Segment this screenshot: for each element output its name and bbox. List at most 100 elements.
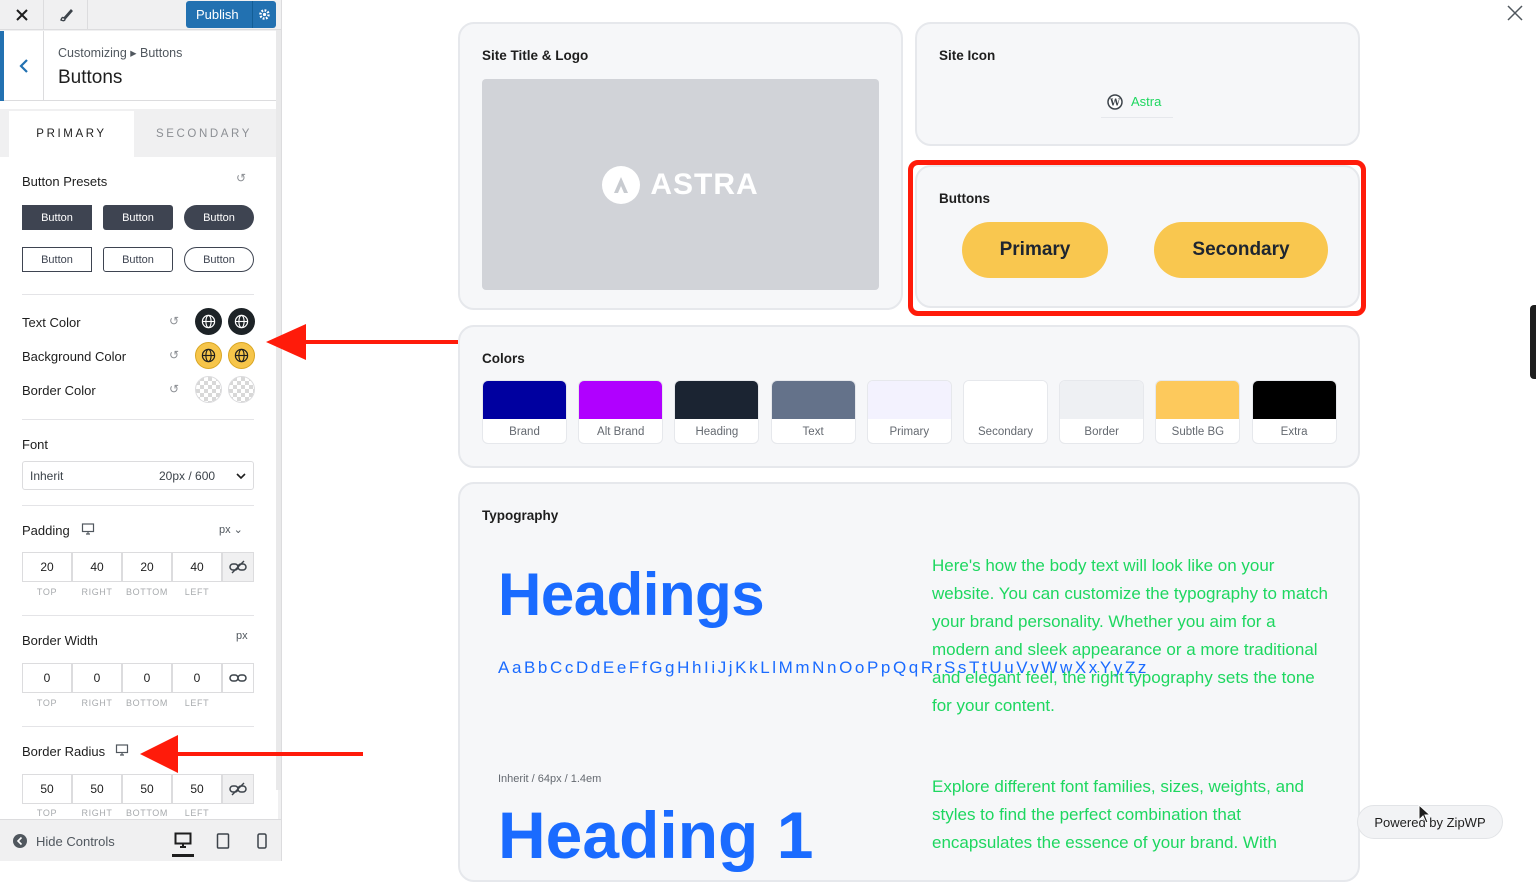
reset-icon[interactable]: ↺ (169, 382, 179, 396)
border-width-top-input[interactable]: 0 (22, 663, 72, 693)
padding-unit-select[interactable]: px ⌄ (219, 523, 243, 536)
link-icon (229, 674, 247, 682)
border-radius-top-input[interactable]: 50 (22, 774, 72, 804)
border-width-left-input[interactable]: 0 (172, 663, 222, 693)
desktop-icon[interactable] (81, 522, 95, 536)
text-color-hover-swatch[interactable] (228, 308, 255, 335)
border-width-unit: px (236, 630, 248, 642)
heading1-meta: Inherit / 64px / 1.4em (498, 773, 602, 785)
border-color-hover-swatch[interactable] (228, 376, 255, 403)
controls-panel: PRIMARY SECONDARY Button Presets ↺ Butto… (0, 101, 278, 819)
side-label: RIGHT (81, 808, 113, 818)
tablet-preview-button[interactable] (212, 830, 234, 852)
padding-link-button[interactable] (222, 552, 254, 582)
preset-button[interactable]: Button (103, 205, 173, 230)
color-name: Border (1084, 426, 1119, 438)
annotation-arrow (266, 324, 458, 360)
card-title: Typography (482, 508, 559, 523)
border-radius-label: Border Radius (22, 744, 106, 759)
presets-label: Button Presets (22, 174, 108, 189)
preset-button[interactable]: Button (22, 205, 92, 230)
border-radius-link-button[interactable] (222, 774, 254, 804)
desktop-preview-button[interactable] (172, 826, 194, 857)
background-color-label: Background Color (22, 349, 127, 364)
font-select[interactable]: Inherit 20px / 600 (22, 461, 254, 490)
back-button[interactable] (0, 31, 44, 101)
side-label: RIGHT (81, 587, 113, 597)
color-swatch[interactable]: Brand (482, 380, 567, 444)
text-color-swatch[interactable] (195, 308, 222, 335)
site-icon-label: Astra (1131, 94, 1162, 109)
padding-top-input[interactable]: 20 (22, 552, 72, 582)
tab-secondary[interactable]: SECONDARY (134, 111, 274, 157)
side-label: LEFT (184, 698, 210, 708)
border-width-side-labels: TOP RIGHT BOTTOM LEFT (22, 698, 222, 710)
border-width-inputs: 0 0 0 0 (22, 663, 254, 693)
color-swatch[interactable]: Primary (866, 380, 952, 444)
collapse-icon (13, 834, 27, 848)
side-label: BOTTOM (126, 698, 168, 708)
mobile-preview-button[interactable] (251, 830, 273, 852)
gear-icon (259, 9, 270, 20)
border-width-bottom-input[interactable]: 0 (122, 663, 172, 693)
reset-icon[interactable]: ↺ (169, 314, 179, 328)
padding-bottom-input[interactable]: 20 (122, 552, 172, 582)
color-name: Secondary (978, 426, 1033, 438)
globe-icon (234, 348, 249, 363)
hide-controls-button[interactable]: Hide Controls (12, 833, 115, 849)
globe-icon (201, 348, 216, 363)
padding-right-input[interactable]: 40 (72, 552, 122, 582)
border-radius-left-input[interactable]: 50 (172, 774, 222, 804)
preset-button[interactable]: Button (184, 247, 254, 272)
site-title-card[interactable]: Site Title & Logo ASTRA (458, 22, 903, 310)
close-preview-icon[interactable] (1507, 5, 1523, 21)
side-label: LEFT (184, 587, 210, 597)
color-chip (771, 381, 855, 419)
publish-label: Publish (196, 7, 239, 22)
border-radius-bottom-input[interactable]: 50 (122, 774, 172, 804)
color-swatch[interactable]: Secondary (963, 380, 1048, 444)
tablet-icon (216, 833, 230, 849)
border-radius-right-input[interactable]: 50 (72, 774, 122, 804)
publish-button[interactable]: Publish (186, 1, 276, 28)
preset-button[interactable]: Button (103, 247, 173, 272)
customizer-sidebar: Publish Customizing ▸ Buttons Buttons PR… (0, 0, 282, 861)
font-family-value: Inherit (30, 469, 64, 483)
publish-settings-button[interactable] (252, 1, 276, 28)
border-width-link-button[interactable] (222, 663, 254, 693)
tab-primary[interactable]: PRIMARY (9, 111, 134, 157)
close-customizer-button[interactable] (0, 0, 44, 30)
color-chip (1156, 381, 1240, 419)
divider (22, 505, 254, 506)
background-color-swatch[interactable] (195, 342, 222, 369)
divider (22, 294, 254, 295)
reset-icon[interactable]: ↺ (236, 171, 246, 185)
site-icon-card[interactable]: Site Icon W Astra (915, 22, 1360, 146)
chevron-down-icon (236, 473, 246, 480)
color-swatch[interactable]: Text (770, 380, 856, 444)
desktop-icon[interactable] (115, 743, 129, 757)
color-swatch[interactable]: Extra (1251, 380, 1337, 444)
color-name: Primary (889, 426, 930, 438)
svg-text:W: W (1109, 98, 1121, 108)
card-title: Site Title & Logo (482, 48, 589, 63)
side-label: LEFT (184, 808, 210, 818)
side-label: BOTTOM (126, 808, 168, 818)
border-width-right-input[interactable]: 0 (72, 663, 122, 693)
design-mode-button[interactable] (44, 0, 88, 30)
preset-button[interactable]: Button (22, 247, 92, 272)
color-swatch[interactable]: Border (1059, 380, 1145, 444)
edge-tab[interactable] (1530, 305, 1536, 379)
border-color-swatch[interactable] (195, 376, 222, 403)
reset-icon[interactable]: ↺ (169, 348, 179, 362)
close-icon (15, 9, 28, 21)
padding-left-input[interactable]: 40 (172, 552, 222, 582)
divider (22, 615, 254, 616)
logo-text: ASTRA (650, 167, 759, 201)
color-swatch[interactable]: Subtle BG (1155, 380, 1241, 444)
preset-button[interactable]: Button (184, 205, 254, 230)
background-color-hover-swatch[interactable] (228, 342, 255, 369)
color-swatch[interactable]: Alt Brand (578, 380, 664, 444)
color-swatch[interactable]: Heading (674, 380, 760, 444)
card-title: Site Icon (939, 48, 996, 63)
